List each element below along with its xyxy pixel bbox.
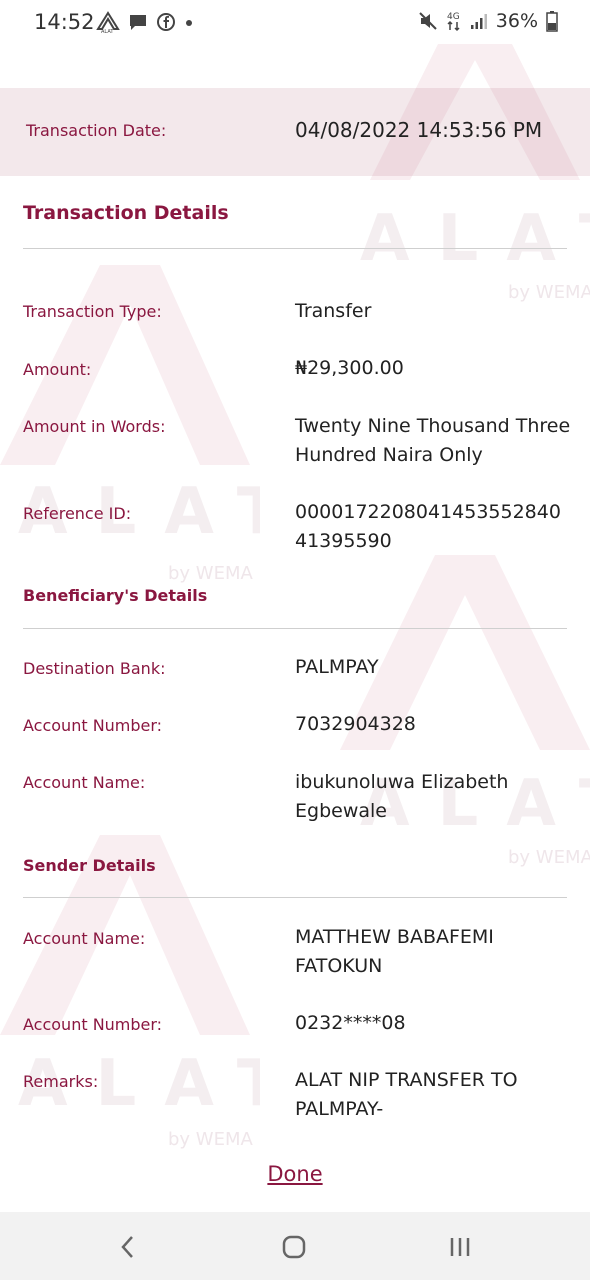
beneficiary-details-title: Beneficiary's Details: [23, 586, 208, 605]
beneficiary-account-number-value: 7032904328: [295, 713, 416, 735]
sender-account-name-label: Account Name:: [23, 929, 146, 948]
network-4g-icon: 4G: [446, 10, 462, 32]
receipt-content: Transaction Details Transaction Type: Tr…: [0, 0, 590, 1280]
signal-icon: [470, 12, 488, 30]
sender-details-title: Sender Details: [23, 856, 156, 875]
destination-bank-label: Destination Bank:: [23, 659, 166, 678]
divider: [23, 628, 567, 629]
home-nav-button[interactable]: [274, 1230, 314, 1264]
mute-icon: [418, 11, 438, 31]
recents-nav-button[interactable]: [440, 1230, 480, 1264]
notification-icons: ALAT: [96, 11, 194, 33]
divider: [23, 897, 567, 898]
back-nav-button[interactable]: [108, 1230, 148, 1264]
sender-account-number-label: Account Number:: [23, 1015, 163, 1034]
navigation-bar: [0, 1212, 590, 1280]
sender-account-number-value: 0232****08: [295, 1012, 406, 1034]
battery-icon: [546, 10, 558, 32]
divider: [23, 248, 567, 249]
status-time: 14:52: [34, 10, 95, 34]
sender-account-name-value: MATTHEW BABAFEMI FATOKUN: [295, 926, 494, 977]
system-icons: 4G 36%: [418, 10, 558, 32]
back-icon: [121, 1236, 133, 1258]
reference-id-label: Reference ID:: [23, 504, 132, 523]
transaction-details-title: Transaction Details: [23, 202, 229, 224]
done-button[interactable]: Done: [0, 1162, 590, 1186]
amount-in-words-label: Amount in Words:: [23, 417, 166, 436]
beneficiary-account-name-label: Account Name:: [23, 773, 146, 792]
more-notifications-dot: [184, 12, 194, 32]
amount-value: ₦29,300.00: [295, 357, 404, 379]
amount-label: Amount:: [23, 360, 92, 379]
facebook-icon: [156, 12, 176, 32]
transaction-type-value: Transfer: [295, 300, 372, 322]
transaction-type-label: Transaction Type:: [23, 302, 162, 321]
alat-notification-icon: ALAT: [96, 11, 120, 33]
beneficiary-account-name-value: ibukunoluwa Elizabeth Egbewale: [295, 771, 509, 822]
battery-percent: 36%: [495, 10, 538, 32]
svg-text:ALAT: ALAT: [101, 29, 114, 33]
amount-in-words-value: Twenty Nine Thousand Three Hundred Naira…: [295, 415, 571, 466]
remarks-value: ALAT NIP TRANSFER TO PALMPAY-: [295, 1069, 518, 1120]
recents-icon: [450, 1238, 470, 1256]
message-icon: [128, 12, 148, 32]
remarks-label: Remarks:: [23, 1072, 99, 1091]
reference-id-value: 000017220804145355284041395590: [295, 501, 561, 552]
svg-text:4G: 4G: [447, 12, 460, 22]
home-icon: [282, 1235, 306, 1259]
destination-bank-value: PALMPAY: [295, 656, 379, 678]
status-bar: 14:52 ALAT 4G 36%: [0, 0, 590, 44]
beneficiary-account-number-label: Account Number:: [23, 716, 163, 735]
